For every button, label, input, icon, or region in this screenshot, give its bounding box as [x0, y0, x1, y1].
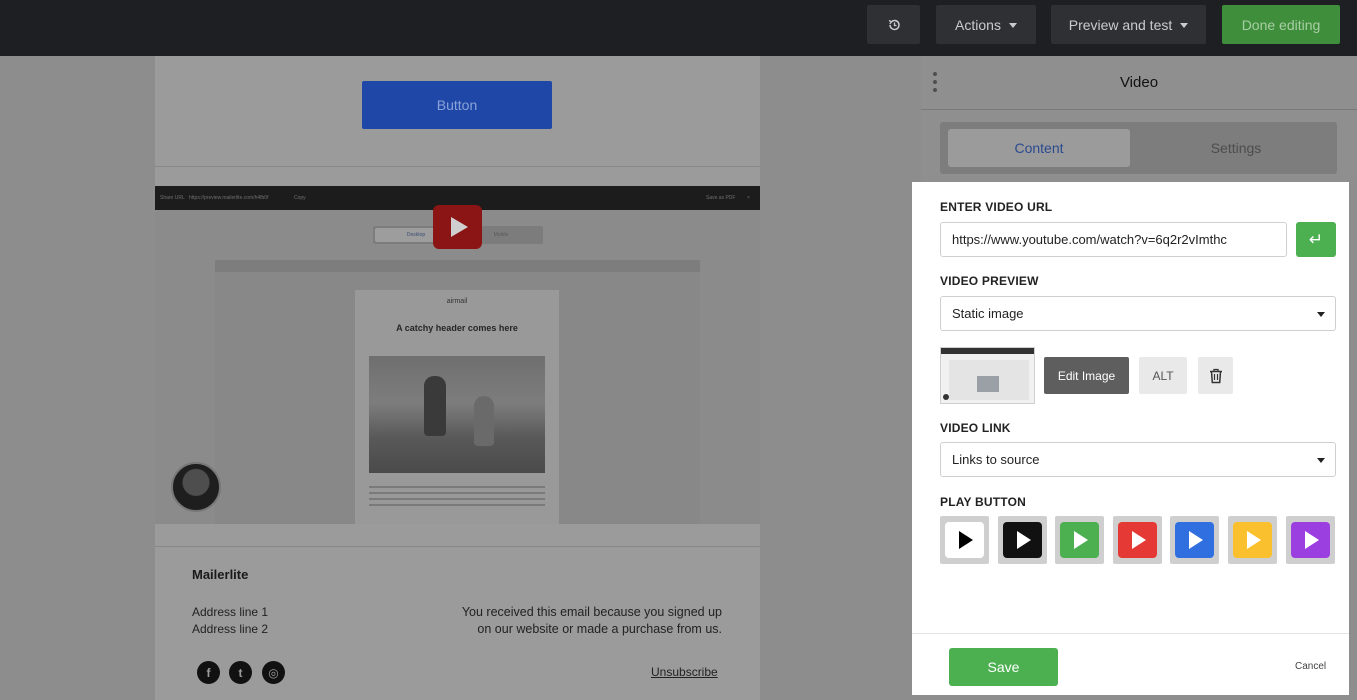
- divider: [912, 633, 1349, 634]
- history-icon: [888, 19, 900, 30]
- play-button-option-blue[interactable]: [1170, 516, 1220, 564]
- chevron-down-icon: [1317, 458, 1325, 463]
- brand-logo: airmail: [446, 298, 468, 305]
- twitter-icon[interactable]: t: [229, 661, 252, 684]
- divider: [921, 109, 1357, 110]
- browser-bar: [215, 260, 700, 272]
- play-icon: [1060, 522, 1100, 558]
- video-preview-label: VIDEO PREVIEW: [940, 274, 1039, 288]
- email-preview: Button Share URL https://preview.mailerl…: [155, 56, 760, 700]
- footer-brand: Mailerlite: [192, 567, 249, 582]
- play-button-label: PLAY BUTTON: [940, 495, 1026, 509]
- video-play-icon: [433, 205, 482, 249]
- video-link-value: Links to source: [952, 452, 1040, 467]
- play-button-option-yellow[interactable]: [1228, 516, 1277, 564]
- chevron-down-icon: [1180, 22, 1189, 28]
- play-icon: [1002, 522, 1042, 558]
- facebook-icon[interactable]: f: [197, 661, 220, 684]
- close-icon: ×: [747, 195, 750, 201]
- video-preview-value: Static image: [952, 306, 1024, 321]
- share-url-value: https://preview.mailerlite.com/h4fb0f: [189, 195, 269, 201]
- actions-dropdown[interactable]: Actions: [936, 5, 1036, 44]
- preview-browser-frame: airmail A catchy header comes here: [215, 260, 700, 524]
- play-icon: [1175, 522, 1215, 558]
- footer-note: You received this email because you sign…: [461, 605, 722, 636]
- panel-tabs: Content Settings: [940, 122, 1337, 174]
- unsubscribe-link[interactable]: Unsubscribe: [651, 665, 718, 679]
- submit-url-button[interactable]: ↵: [1296, 222, 1336, 257]
- play-button-option-purple[interactable]: [1285, 516, 1335, 564]
- email-cta-button[interactable]: Button: [362, 81, 552, 129]
- play-button-option-green[interactable]: [1055, 516, 1105, 564]
- alt-button[interactable]: ALT: [1139, 357, 1187, 394]
- preview-email: airmail A catchy header comes here: [355, 290, 559, 524]
- instagram-icon[interactable]: ◎: [262, 661, 285, 684]
- person-figure: [424, 376, 446, 436]
- trash-icon: [1209, 368, 1222, 383]
- play-icon: [945, 522, 984, 558]
- video-settings-panel: ENTER VIDEO URL https://www.youtube.com/…: [912, 182, 1349, 695]
- chevron-down-icon: [1317, 312, 1325, 317]
- tab-content[interactable]: Content: [948, 129, 1130, 167]
- cancel-button[interactable]: Cancel: [1295, 661, 1326, 672]
- video-link-select[interactable]: Links to source: [940, 442, 1336, 477]
- play-button-option-white[interactable]: [940, 516, 989, 564]
- preview-thumbnail: [940, 347, 1035, 404]
- video-preview-select[interactable]: Static image: [940, 296, 1336, 331]
- save-pdf-label: Save as PDF: [706, 195, 736, 201]
- copy-label: Copy: [294, 195, 306, 201]
- play-icon: [1290, 522, 1330, 558]
- actions-label: Actions: [955, 16, 1001, 33]
- play-button-option-red[interactable]: [1112, 516, 1162, 564]
- chevron-down-icon: [1008, 22, 1017, 28]
- preview-header: A catchy header comes here: [396, 323, 518, 333]
- panel-header: Video Content Settings: [921, 56, 1357, 182]
- avatar: [171, 462, 221, 512]
- preview-photo: [369, 356, 545, 473]
- video-url-value: https://www.youtube.com/watch?v=6q2r2vIm…: [952, 232, 1227, 247]
- preview-label: Preview and test: [1068, 16, 1173, 33]
- enter-icon: ↵: [1308, 229, 1324, 249]
- email-footer[interactable]: Mailerlite Address line 1 Address line 2…: [155, 546, 760, 700]
- done-editing-button[interactable]: Done editing: [1222, 5, 1340, 44]
- video-url-label: ENTER VIDEO URL: [940, 200, 1053, 214]
- address-line-2: Address line 2: [192, 622, 269, 636]
- editor-canvas: Button Share URL https://preview.mailerl…: [0, 56, 921, 700]
- top-toolbar: Actions Preview and test Done editing: [0, 0, 1357, 56]
- play-button-option-black[interactable]: [997, 516, 1047, 564]
- share-url-label: Share URL: [160, 195, 185, 201]
- address-line-1: Address line 1: [192, 605, 269, 619]
- delete-image-button[interactable]: [1198, 357, 1233, 394]
- preview-body-text: [369, 486, 545, 510]
- panel-title: Video: [1119, 74, 1159, 91]
- preview-and-test-dropdown[interactable]: Preview and test: [1051, 5, 1206, 44]
- video-link-label: VIDEO LINK: [940, 421, 1011, 435]
- edit-image-button[interactable]: Edit Image: [1044, 357, 1129, 394]
- save-button[interactable]: Save: [949, 648, 1058, 686]
- person-figure: [474, 396, 494, 446]
- history-button[interactable]: [867, 5, 920, 44]
- play-icon: [1233, 522, 1272, 558]
- divider: [155, 166, 760, 167]
- tab-settings[interactable]: Settings: [1138, 129, 1334, 167]
- play-icon: [1117, 522, 1157, 558]
- video-url-input[interactable]: https://www.youtube.com/watch?v=6q2r2vIm…: [940, 222, 1287, 257]
